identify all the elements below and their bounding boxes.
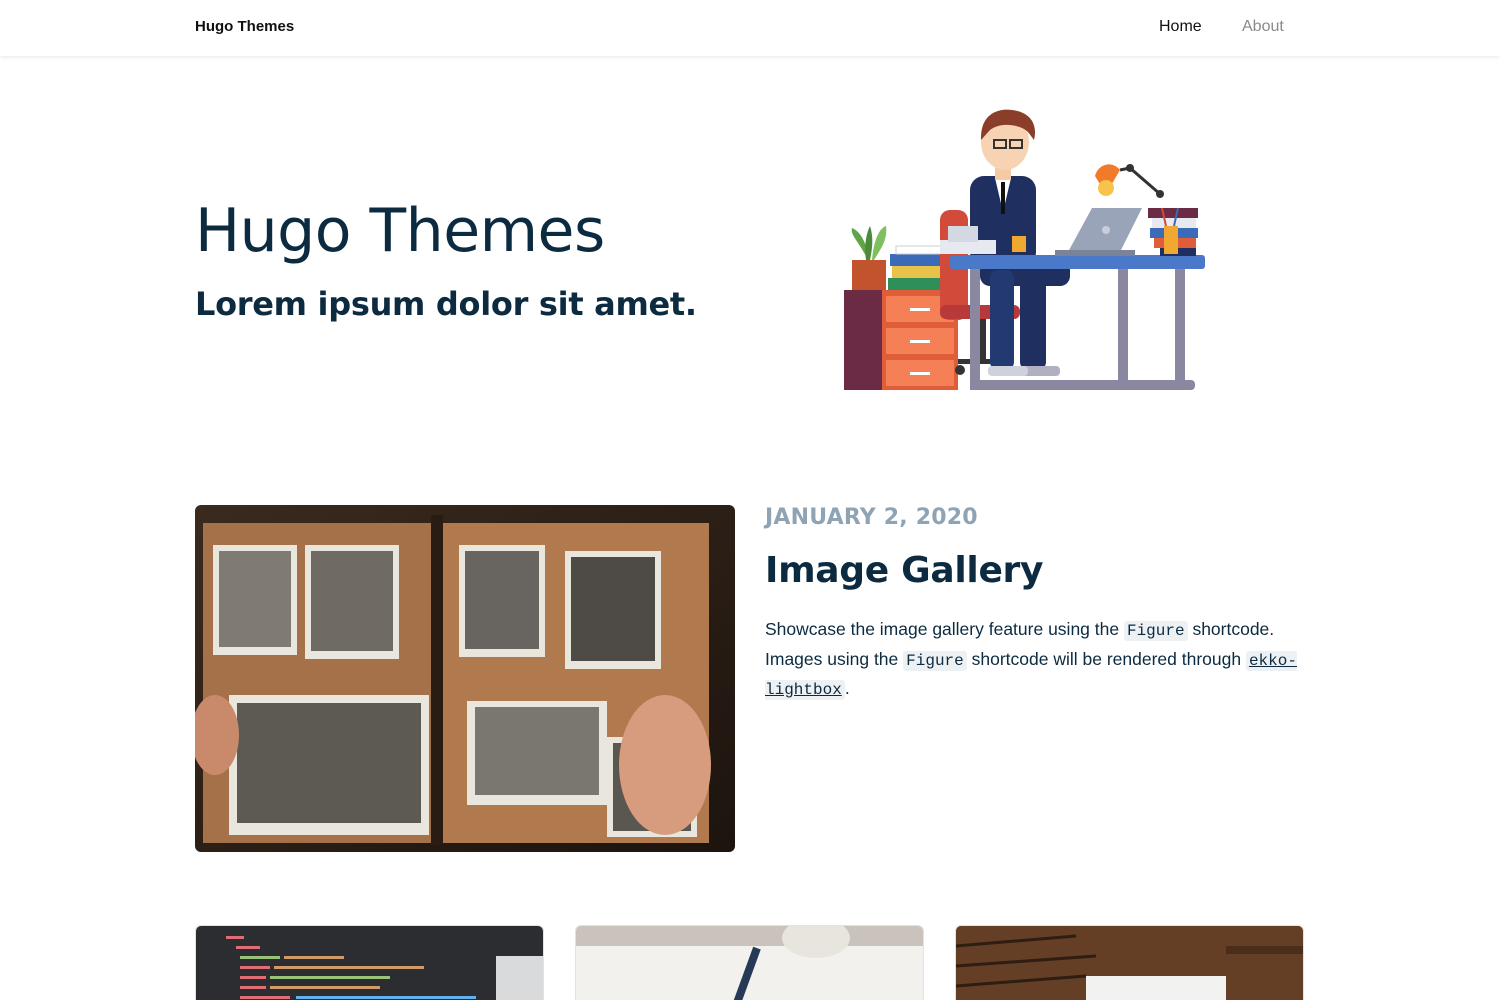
spiral-notebook-image <box>956 926 1303 1000</box>
summary-text: Showcase the image gallery feature using… <box>765 619 1124 639</box>
post-card-1[interactable] <box>195 925 544 1000</box>
brand-link[interactable]: Hugo Themes <box>195 18 294 35</box>
post-date: JANUARY 2, 2020 <box>765 505 978 530</box>
office-worker-illustration <box>844 109 1205 390</box>
summary-text: shortcode will be rendered through <box>966 648 1246 669</box>
post-summary: Showcase the image gallery feature using… <box>765 616 1305 705</box>
summary-text: . <box>844 678 850 698</box>
code-figure: Figure <box>1123 621 1188 641</box>
featured-post-image[interactable] <box>195 505 735 852</box>
nav-link-home[interactable]: Home <box>1159 18 1202 36</box>
code-editor-image <box>196 926 543 1000</box>
navbar: Hugo Themes Home About <box>0 0 1500 56</box>
nav-link-about[interactable]: About <box>1242 18 1284 36</box>
hero-title: Hugo Themes <box>195 196 605 266</box>
writing-notebook-image <box>576 926 923 1000</box>
post-title-link[interactable]: Image Gallery <box>765 550 1043 591</box>
post-card-3[interactable] <box>955 925 1304 1000</box>
photo-album-image <box>195 505 735 852</box>
code-figure: Figure <box>903 650 967 671</box>
post-card-2[interactable] <box>575 925 924 1000</box>
hero-subtitle: Lorem ipsum dolor sit amet. <box>195 285 697 323</box>
